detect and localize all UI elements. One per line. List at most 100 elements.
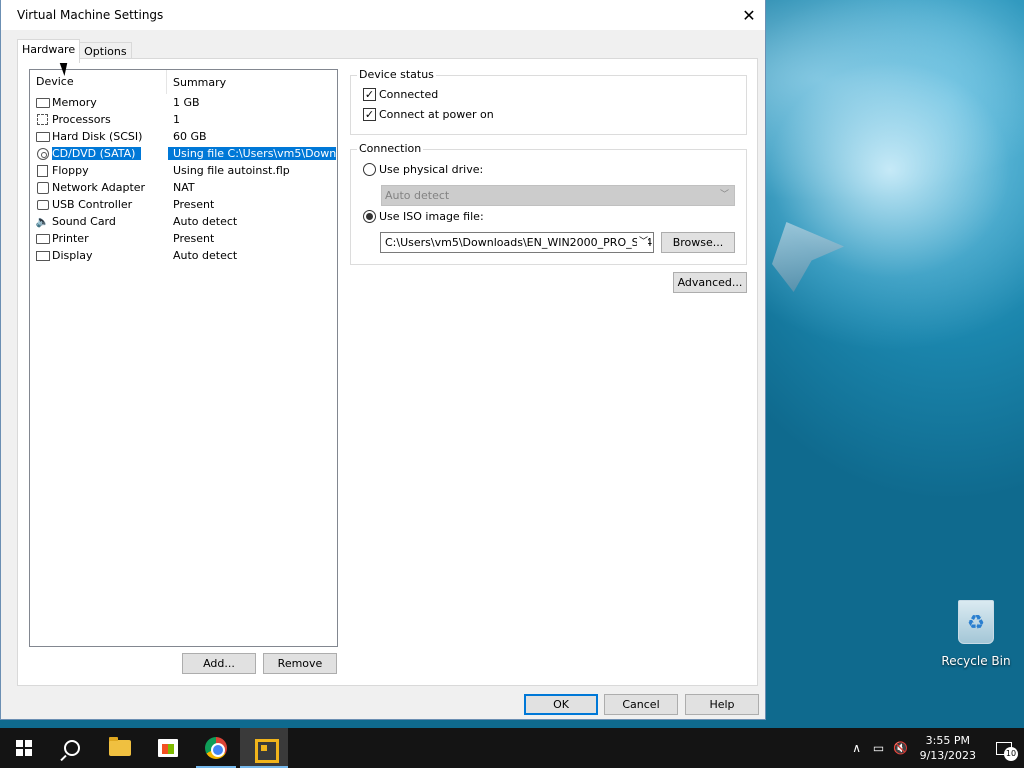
processor-icon <box>35 113 50 126</box>
use-physical-drive-label: Use physical drive: <box>379 163 484 176</box>
hardware-tab-panel: Device Summary Memory 1 GB Processors 1 … <box>17 58 758 686</box>
device-name: Memory <box>52 96 97 109</box>
connected-checkbox[interactable]: ✓ <box>363 88 376 101</box>
device-summary: Auto detect <box>173 249 238 262</box>
use-iso-image-label: Use ISO image file: <box>379 210 484 223</box>
memory-icon <box>35 96 50 109</box>
chevron-down-icon[interactable]: ﹀ <box>636 233 648 252</box>
use-physical-drive-radio[interactable] <box>363 163 376 176</box>
windows-logo-icon <box>16 740 32 756</box>
search-icon <box>64 740 80 756</box>
device-name: Printer <box>52 232 89 245</box>
recycle-bin-icon <box>958 600 994 644</box>
device-row-usb-controller[interactable]: USB Controller Present <box>35 196 336 213</box>
vmware-icon <box>253 737 279 763</box>
chrome-button[interactable] <box>192 728 240 768</box>
device-summary: Auto detect <box>173 215 238 228</box>
chrome-icon <box>205 737 227 759</box>
network-icon[interactable]: ▭ <box>868 741 890 755</box>
wallpaper-shark-fin <box>772 222 844 292</box>
remove-device-button[interactable]: Remove <box>263 653 337 674</box>
iso-path-value: C:\Users\vm5\Downloads\EN_WIN2000_PRO_SP… <box>385 236 654 249</box>
browse-button[interactable]: Browse... <box>661 232 735 253</box>
clock[interactable]: 3:55 PM 9/13/2023 <box>912 733 984 763</box>
help-button[interactable]: Help <box>685 694 759 715</box>
device-row-cd-dvd[interactable]: CD/DVD (SATA) Using file C:\Users\vm5\Do… <box>35 145 336 162</box>
recycle-bin-label: Recycle Bin <box>941 654 1011 668</box>
chevron-up-icon[interactable]: ∧ <box>846 741 868 755</box>
device-row-sound-card[interactable]: 🔈 Sound Card Auto detect <box>35 213 336 230</box>
device-summary: Using file C:\Users\vm5\Down... <box>168 147 336 160</box>
device-summary: 1 <box>173 113 180 126</box>
start-button[interactable] <box>0 728 48 768</box>
device-name: Display <box>52 249 93 262</box>
use-iso-image-radio[interactable] <box>363 210 376 223</box>
search-button[interactable] <box>48 728 96 768</box>
notification-count-badge: 10 <box>1004 747 1018 761</box>
device-name: Hard Disk (SCSI) <box>52 130 143 143</box>
network-adapter-icon <box>35 181 50 194</box>
column-header-summary[interactable]: Summary <box>167 76 226 89</box>
use-physical-drive-row[interactable]: Use physical drive: <box>363 163 483 176</box>
physical-drive-value: Auto detect <box>385 189 450 202</box>
file-explorer-button[interactable] <box>96 728 144 768</box>
clock-date: 9/13/2023 <box>919 749 976 762</box>
device-name: Sound Card <box>52 215 116 228</box>
connection-group: Connection Use physical drive: Auto dete… <box>350 142 747 265</box>
device-row-memory[interactable]: Memory 1 GB <box>35 94 336 111</box>
use-iso-image-row[interactable]: Use ISO image file: <box>363 210 484 223</box>
hard-disk-icon <box>35 130 50 143</box>
device-name: Network Adapter <box>52 181 146 194</box>
device-name: USB Controller <box>52 198 133 211</box>
title-bar: Virtual Machine Settings ✕ <box>1 0 765 30</box>
system-tray: ∧ ▭ 🔇 3:55 PM 9/13/2023 10 <box>846 728 1024 768</box>
store-icon <box>158 739 178 757</box>
physical-drive-select: Auto detect ﹀ <box>381 185 735 206</box>
taskbar: ∧ ▭ 🔇 3:55 PM 9/13/2023 10 <box>0 728 1024 768</box>
device-row-hard-disk[interactable]: Hard Disk (SCSI) 60 GB <box>35 128 336 145</box>
tab-hardware[interactable]: Hardware <box>17 39 81 63</box>
printer-icon <box>35 232 50 245</box>
device-row-processors[interactable]: Processors 1 <box>35 111 336 128</box>
volume-muted-icon[interactable]: 🔇 <box>890 741 912 755</box>
device-row-display[interactable]: Display Auto detect <box>35 247 336 264</box>
clock-time: 3:55 PM <box>925 734 970 747</box>
connect-at-power-on-row[interactable]: ✓ Connect at power on <box>363 108 494 121</box>
connect-at-power-on-label: Connect at power on <box>379 108 494 121</box>
device-summary: Present <box>173 198 215 211</box>
add-device-button[interactable]: Add... <box>182 653 256 674</box>
device-name: Floppy <box>52 164 89 177</box>
display-icon <box>35 249 50 262</box>
microsoft-store-button[interactable] <box>144 728 192 768</box>
device-name: CD/DVD (SATA) <box>52 147 142 160</box>
device-name: Processors <box>52 113 111 126</box>
iso-path-combobox[interactable]: C:\Users\vm5\Downloads\EN_WIN2000_PRO_SP… <box>380 232 654 253</box>
vm-settings-dialog: Virtual Machine Settings ✕ Hardware Opti… <box>0 0 766 720</box>
ok-button[interactable]: OK <box>524 694 598 715</box>
device-summary: 60 GB <box>173 130 207 143</box>
device-summary: 1 GB <box>173 96 200 109</box>
action-center-button[interactable]: 10 <box>984 728 1024 768</box>
close-button[interactable]: ✕ <box>733 0 765 30</box>
connect-at-power-on-checkbox[interactable]: ✓ <box>363 108 376 121</box>
device-summary: Present <box>173 232 215 245</box>
device-row-printer[interactable]: Printer Present <box>35 230 336 247</box>
chevron-down-icon: ﹀ <box>719 190 729 200</box>
advanced-button[interactable]: Advanced... <box>673 272 747 293</box>
recycle-bin-shortcut[interactable]: Recycle Bin <box>940 600 1012 668</box>
connection-legend: Connection <box>357 142 424 155</box>
column-header-device[interactable]: Device <box>30 70 167 94</box>
connected-label: Connected <box>379 88 439 101</box>
device-row-floppy[interactable]: Floppy Using file autoinst.flp <box>35 162 336 179</box>
window-title: Virtual Machine Settings <box>17 8 164 22</box>
connected-checkbox-row[interactable]: ✓ Connected <box>363 88 438 101</box>
device-row-network-adapter[interactable]: Network Adapter NAT <box>35 179 336 196</box>
close-icon: ✕ <box>742 5 756 25</box>
cancel-button[interactable]: Cancel <box>604 694 678 715</box>
cd-dvd-icon <box>35 147 50 160</box>
usb-controller-icon <box>35 198 50 211</box>
vmware-button[interactable] <box>240 728 288 768</box>
device-list[interactable]: Device Summary Memory 1 GB Processors 1 … <box>29 69 338 647</box>
device-summary: NAT <box>173 181 195 194</box>
device-list-header: Device Summary <box>30 70 337 94</box>
